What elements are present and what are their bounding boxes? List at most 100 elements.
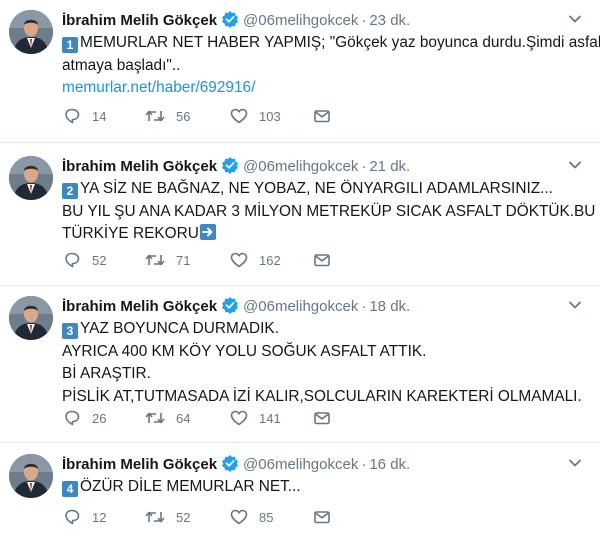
separator: · [361,456,367,473]
tweet-line: TÜRKİYE REKORU [62,223,582,246]
chevron-down-icon[interactable] [568,12,582,26]
avatar[interactable] [9,156,53,200]
retweet-button[interactable]: 64 [144,408,190,428]
tweet-actions: 26 64 141 [62,408,362,428]
verified-badge-icon [221,10,239,34]
verified-badge-icon [221,454,239,478]
tweet-line: 4 ÖZÜR DİLE MEMURLAR NET... [62,476,582,499]
keycap-number-icon: 1 [62,37,78,53]
tweet-line: atmaya başladı".. [62,56,181,74]
like-count: 141 [259,410,281,426]
heart-icon [230,108,248,124]
tweet-header: İbrahim Melih Gökçek @06melihgokcek · 23 dk… [62,10,410,34]
author-handle[interactable]: @06melihgokcek [243,298,358,315]
retweet-count: 52 [176,509,191,525]
verified-badge-icon [221,296,239,320]
direct-message-button[interactable] [312,250,332,270]
tweet[interactable]: İbrahim Melih Gökçek @06melihgokcek · 16 dk… [0,444,600,543]
retweet-button[interactable]: 56 [144,106,190,126]
reply-icon [65,252,80,268]
author-name[interactable]: İbrahim Melih Gökçek [62,298,217,315]
chevron-down-icon[interactable] [568,298,582,312]
like-count: 162 [259,252,281,268]
envelope-icon [314,511,330,524]
author-handle[interactable]: @06melihgokcek [243,456,358,473]
retweet-count: 64 [176,410,191,426]
like-button[interactable]: 103 [229,106,281,126]
author-name[interactable]: İbrahim Melih Gökçek [62,158,217,175]
direct-message-button[interactable] [312,106,332,126]
heart-icon [230,410,248,426]
retweet-button[interactable]: 71 [144,250,190,270]
tweet-actions: 12 52 85 [62,507,362,527]
divider [0,142,600,143]
timestamp[interactable]: 18 dk. [369,298,410,315]
like-button[interactable]: 141 [229,408,281,428]
reply-icon [65,410,80,426]
direct-message-button[interactable] [312,408,332,428]
tweet-header: İbrahim Melih Gökçek @06melihgokcek · 21 dk… [62,156,410,180]
tweet-line: Bİ ARAŞTIR. [62,365,151,382]
keycap-number-icon: 4 [62,481,78,497]
envelope-icon [314,254,330,267]
tweet-link[interactable]: memurlar.net/haber/692916/ [62,77,582,100]
tweet-actions: 52 71 162 [62,250,362,270]
avatar[interactable] [9,454,53,498]
timestamp[interactable]: 23 dk. [369,12,410,29]
reply-count: 52 [92,252,107,268]
author-handle[interactable]: @06melihgokcek [243,158,358,175]
retweet-icon [145,412,165,424]
tweet[interactable]: İbrahim Melih Gökçek @06melihgokcek · 23 dk… [0,0,600,140]
tweet-line-text: YA SİZ NE BAĞNAZ, NE YOBAZ, NE ÖNYARGILI… [80,180,553,197]
avatar[interactable] [9,10,53,54]
envelope-icon [314,412,330,425]
tweet-line-text: ÖZÜR DİLE MEMURLAR NET... [80,478,301,495]
divider [0,442,600,443]
author-name[interactable]: İbrahim Melih Gökçek [62,456,217,473]
tweet-text: 3 YAZ BOYUNCA DURMADIK. AYRICA 400 KM KÖY… [62,318,582,408]
tweet-line: 2 YA SİZ NE BAĞNAZ, NE YOBAZ, NE ÖNYARGIL… [62,178,582,201]
retweet-count: 56 [176,108,191,124]
reply-icon [65,509,80,525]
chevron-down-icon[interactable] [568,456,582,470]
tweet-feed: İbrahim Melih Gökçek @06melihgokcek · 23 dk… [0,0,600,543]
verified-badge-icon [221,156,239,180]
timestamp[interactable]: 16 dk. [369,456,410,473]
tweet-text: 2 YA SİZ NE BAĞNAZ, NE YOBAZ, NE ÖNYARGIL… [62,178,595,246]
tweet-line: 1 MEMURLAR NET HABER YAPMIŞ; "Gökçek yaz … [62,32,600,55]
retweet-count: 71 [176,252,191,268]
retweet-icon [145,511,165,523]
tweet-line-text: YAZ BOYUNCA DURMADIK. [80,320,279,337]
like-button[interactable]: 85 [229,507,273,527]
tweet[interactable]: İbrahim Melih Gökçek @06melihgokcek · 18 dk… [0,286,600,438]
tweet-text: 1 MEMURLAR NET HABER YAPMIŞ; "Gökçek yaz … [62,32,600,100]
reply-icon [65,108,80,124]
avatar[interactable] [9,296,53,340]
reply-count: 14 [92,108,107,124]
tweet-line: PİSLİK AT,TUTMASADA İZİ KALIR,SOLCULARIN… [62,387,582,405]
retweet-button[interactable]: 52 [144,507,190,527]
reply-button[interactable]: 14 [62,106,106,126]
author-name[interactable]: İbrahim Melih Gökçek [62,12,217,29]
tweet-line-text: MEMURLAR NET HABER YAPMIŞ; "Gökçek yaz b… [80,34,600,51]
timestamp[interactable]: 21 dk. [369,158,410,175]
envelope-icon [314,110,330,123]
retweet-icon [145,254,165,266]
direct-message-button[interactable] [312,507,332,527]
separator: · [361,158,367,175]
like-button[interactable]: 162 [229,250,281,270]
reply-count: 26 [92,410,107,426]
chevron-down-icon[interactable] [568,158,582,172]
reply-button[interactable]: 52 [62,250,106,270]
reply-count: 12 [92,509,107,525]
heart-icon [230,252,248,268]
like-count: 85 [259,509,274,525]
tweet[interactable]: İbrahim Melih Gökçek @06melihgokcek · 21 dk… [0,146,600,286]
reply-button[interactable]: 12 [62,507,106,527]
keycap-number-icon: 3 [62,323,78,339]
reply-button[interactable]: 26 [62,408,106,428]
author-handle[interactable]: @06melihgokcek [243,12,358,29]
retweet-icon [145,110,165,122]
right-arrow-icon [199,224,216,240]
tweet-line-text: TÜRKİYE REKORU [62,225,199,242]
